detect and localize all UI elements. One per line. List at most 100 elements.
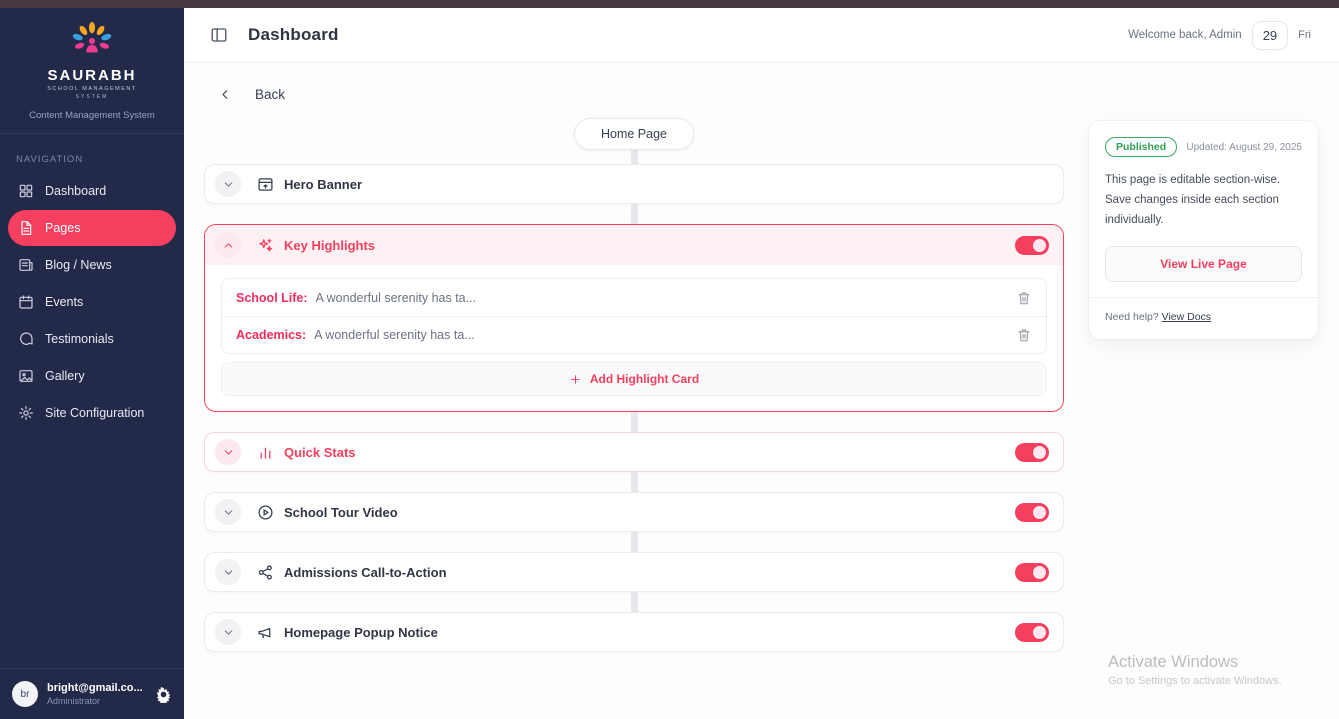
- main-header: Dashboard Welcome back, Admin 29 Fri: [184, 8, 1339, 63]
- chevron-down-icon[interactable]: [215, 439, 241, 465]
- section-toggle[interactable]: [1015, 443, 1049, 462]
- view-live-page-button[interactable]: View Live Page: [1105, 246, 1302, 282]
- sidebar-item-blog-news[interactable]: Blog / News: [8, 247, 176, 283]
- section-toggle[interactable]: [1015, 563, 1049, 582]
- sidebar-item-dashboard[interactable]: Dashboard: [8, 173, 176, 209]
- section-key-highlights: Key Highlights School Life: A wonderful …: [204, 224, 1064, 412]
- sidebar-item-events[interactable]: Events: [8, 284, 176, 320]
- section-title: Key Highlights: [284, 238, 375, 253]
- logo-title: SAURABH: [10, 67, 174, 84]
- image-icon: [18, 368, 34, 384]
- sidebar-item-label: Dashboard: [45, 184, 106, 198]
- sidebar-item-label: Testimonials: [45, 332, 114, 346]
- trash-icon[interactable]: [1016, 290, 1032, 306]
- page-builder: Home Page Hero Banner Key Highlights: [204, 118, 1064, 652]
- back-label: Back: [255, 87, 285, 102]
- sidebar-item-gallery[interactable]: Gallery: [8, 358, 176, 394]
- info-description-line2: Save changes inside each section individ…: [1105, 190, 1302, 230]
- date-weekday: Fri: [1298, 29, 1311, 41]
- watermark-line2: Go to Settings to activate Windows.: [1108, 675, 1282, 687]
- connector-line: [631, 204, 638, 224]
- section-toggle[interactable]: [1015, 236, 1049, 255]
- section-quick-stats[interactable]: Quick Stats: [204, 432, 1064, 472]
- newspaper-icon: [18, 257, 34, 273]
- chevron-down-icon[interactable]: [215, 499, 241, 525]
- main-area: Dashboard Welcome back, Admin 29 Fri Bac…: [184, 8, 1339, 719]
- sidebar-item-site-configuration[interactable]: Site Configuration: [8, 395, 176, 431]
- help-text: Need help?: [1105, 311, 1159, 323]
- section-toggle[interactable]: [1015, 503, 1049, 522]
- window-top-bar: [0, 0, 1339, 8]
- add-highlight-label: Add Highlight Card: [590, 372, 699, 386]
- view-docs-link[interactable]: View Docs: [1162, 311, 1211, 323]
- avatar[interactable]: br: [12, 681, 38, 707]
- plus-icon: [569, 373, 582, 386]
- sidebar-item-label: Events: [45, 295, 83, 309]
- highlight-text: A wonderful serenity has ta...: [316, 291, 1004, 305]
- highlight-card-row[interactable]: Academics: A wonderful serenity has ta..…: [222, 316, 1046, 353]
- dashboard-grid-icon: [18, 183, 34, 199]
- chevron-down-icon[interactable]: [215, 171, 241, 197]
- page-title: Dashboard: [248, 25, 339, 45]
- back-button[interactable]: Back: [184, 63, 1339, 102]
- sidebar-item-pages[interactable]: Pages: [8, 210, 176, 246]
- highlight-text: A wonderful serenity has ta...: [314, 328, 1004, 342]
- page-name-pill[interactable]: Home Page: [574, 118, 694, 150]
- sidebar-toggle-icon[interactable]: [210, 26, 228, 44]
- highlight-label: School Life:: [236, 291, 308, 305]
- bar-chart-icon: [257, 444, 274, 461]
- watermark-line1: Activate Windows: [1108, 653, 1282, 672]
- sparkles-icon: [257, 237, 274, 254]
- share-icon: [257, 564, 274, 581]
- welcome-text: Welcome back, Admin: [1128, 29, 1242, 41]
- chevron-up-icon[interactable]: [215, 232, 241, 258]
- connector-line: [631, 412, 638, 432]
- megaphone-icon: [257, 624, 274, 641]
- section-toggle[interactable]: [1015, 623, 1049, 642]
- section-school-tour-video[interactable]: School Tour Video: [204, 492, 1064, 532]
- sidebar-item-testimonials[interactable]: Testimonials: [8, 321, 176, 357]
- highlight-list: School Life: A wonderful serenity has ta…: [221, 278, 1047, 354]
- sidebar: SAURABH SCHOOL MANAGEMENT SYSTEM Content…: [0, 8, 184, 719]
- sidebar-item-label: Pages: [45, 221, 80, 235]
- info-description-line1: This page is editable section-wise.: [1105, 170, 1302, 190]
- section-header[interactable]: Key Highlights: [205, 225, 1063, 265]
- user-role: Administrator: [47, 696, 146, 706]
- user-block: br bright@gmail.co... Administrator: [0, 668, 184, 719]
- sidebar-item-label: Site Configuration: [45, 406, 144, 420]
- settings-gear-icon[interactable]: [155, 686, 172, 703]
- section-body: School Life: A wonderful serenity has ta…: [205, 265, 1063, 411]
- banner-icon: [257, 176, 274, 193]
- sidebar-item-label: Blog / News: [45, 258, 112, 272]
- section-title: Hero Banner: [284, 177, 362, 192]
- section-title: Homepage Popup Notice: [284, 625, 438, 640]
- section-title: Admissions Call-to-Action: [284, 565, 447, 580]
- section-title: Quick Stats: [284, 445, 356, 460]
- date-day-badge: 29: [1252, 21, 1288, 50]
- add-highlight-card-button[interactable]: Add Highlight Card: [221, 362, 1047, 396]
- gear-icon: [18, 405, 34, 421]
- section-hero-banner[interactable]: Hero Banner: [204, 164, 1064, 204]
- calendar-icon: [18, 294, 34, 310]
- logo: SAURABH SCHOOL MANAGEMENT SYSTEM: [0, 8, 184, 100]
- updated-timestamp: Updated: August 29, 2025: [1186, 142, 1302, 153]
- status-badge: Published: [1105, 137, 1177, 157]
- sidebar-tagline: Content Management System: [0, 110, 184, 134]
- page-info-panel: Published Updated: August 29, 2025 This …: [1088, 120, 1319, 340]
- logo-subtitle: SCHOOL MANAGEMENT: [10, 86, 174, 92]
- chat-bubble-icon: [18, 331, 34, 347]
- pages-icon: [18, 220, 34, 236]
- chevron-left-icon: [218, 87, 233, 102]
- sidebar-nav: Dashboard Pages Blog / News Events Testi…: [0, 173, 184, 432]
- section-homepage-popup-notice[interactable]: Homepage Popup Notice: [204, 612, 1064, 652]
- user-email: bright@gmail.co...: [47, 682, 146, 694]
- connector-line: [631, 472, 638, 492]
- logo-system-line: SYSTEM: [10, 94, 174, 100]
- trash-icon[interactable]: [1016, 327, 1032, 343]
- chevron-down-icon[interactable]: [215, 619, 241, 645]
- highlight-label: Academics:: [236, 328, 306, 342]
- highlight-card-row[interactable]: School Life: A wonderful serenity has ta…: [222, 279, 1046, 316]
- section-admissions-cta[interactable]: Admissions Call-to-Action: [204, 552, 1064, 592]
- chevron-down-icon[interactable]: [215, 559, 241, 585]
- connector-line: [631, 532, 638, 552]
